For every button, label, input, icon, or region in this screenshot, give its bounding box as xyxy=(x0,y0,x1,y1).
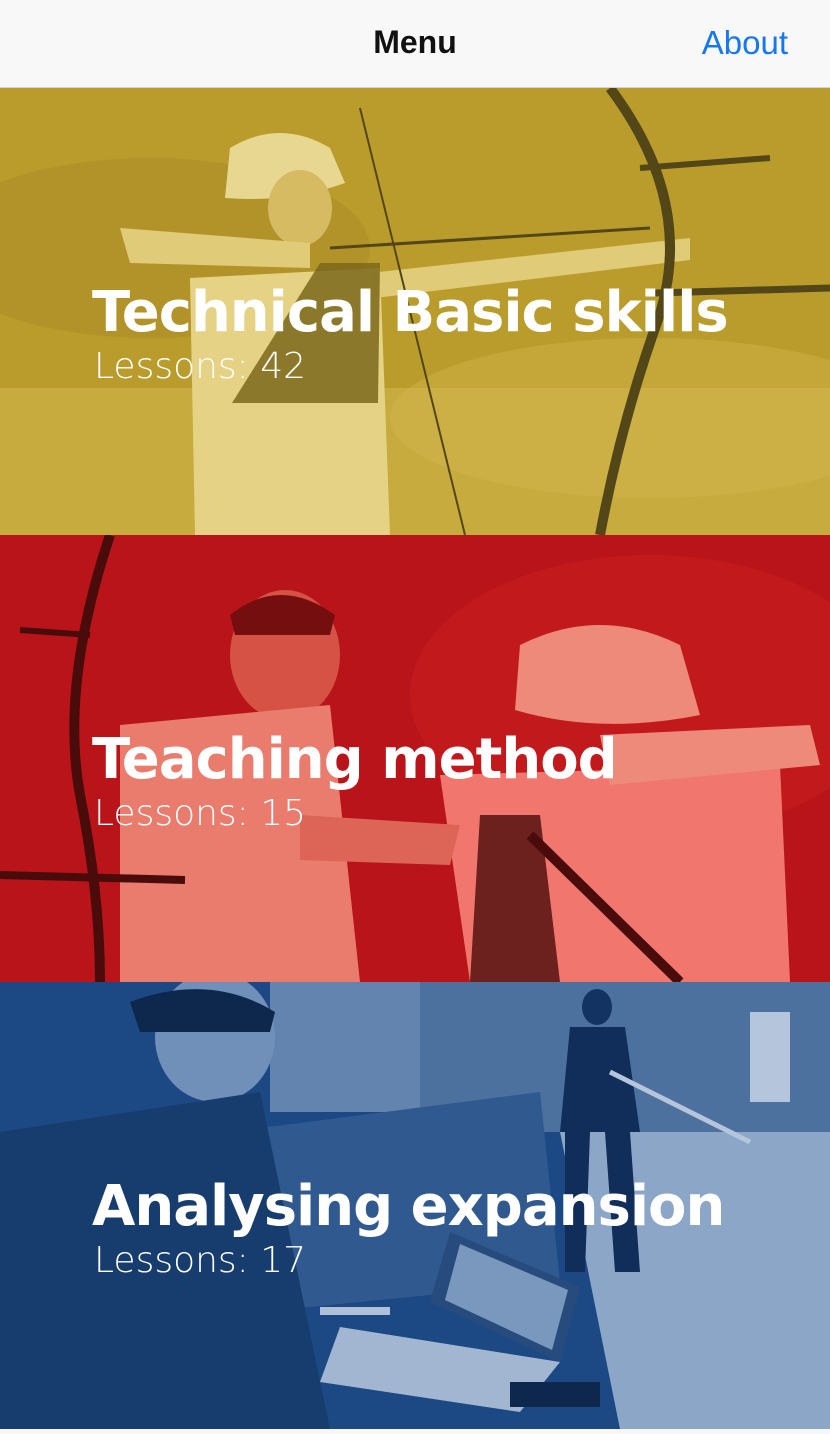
category-lessons-count: Lessons: 15 xyxy=(94,793,307,834)
category-title: Analysing expansion xyxy=(92,1174,725,1239)
category-card-technical-basic-skills[interactable]: Technical Basic skills Lessons: 42 xyxy=(0,88,830,535)
category-list: Technical Basic skills Lessons: 42 Teach… xyxy=(0,88,830,1429)
about-button[interactable]: About xyxy=(702,24,788,62)
category-lessons-count: Lessons: 42 xyxy=(94,346,307,387)
app-screen: Menu About Technical Basic skills Lesson… xyxy=(0,0,830,1434)
category-card-teaching-method[interactable]: Teaching method Lessons: 15 xyxy=(0,535,830,982)
category-lessons-count: Lessons: 17 xyxy=(94,1240,307,1281)
category-title: Teaching method xyxy=(92,727,618,792)
navigation-bar: Menu About xyxy=(0,0,830,88)
category-title: Technical Basic skills xyxy=(92,280,729,345)
category-card-analysing-expansion[interactable]: Analysing expansion Lessons: 17 xyxy=(0,982,830,1429)
